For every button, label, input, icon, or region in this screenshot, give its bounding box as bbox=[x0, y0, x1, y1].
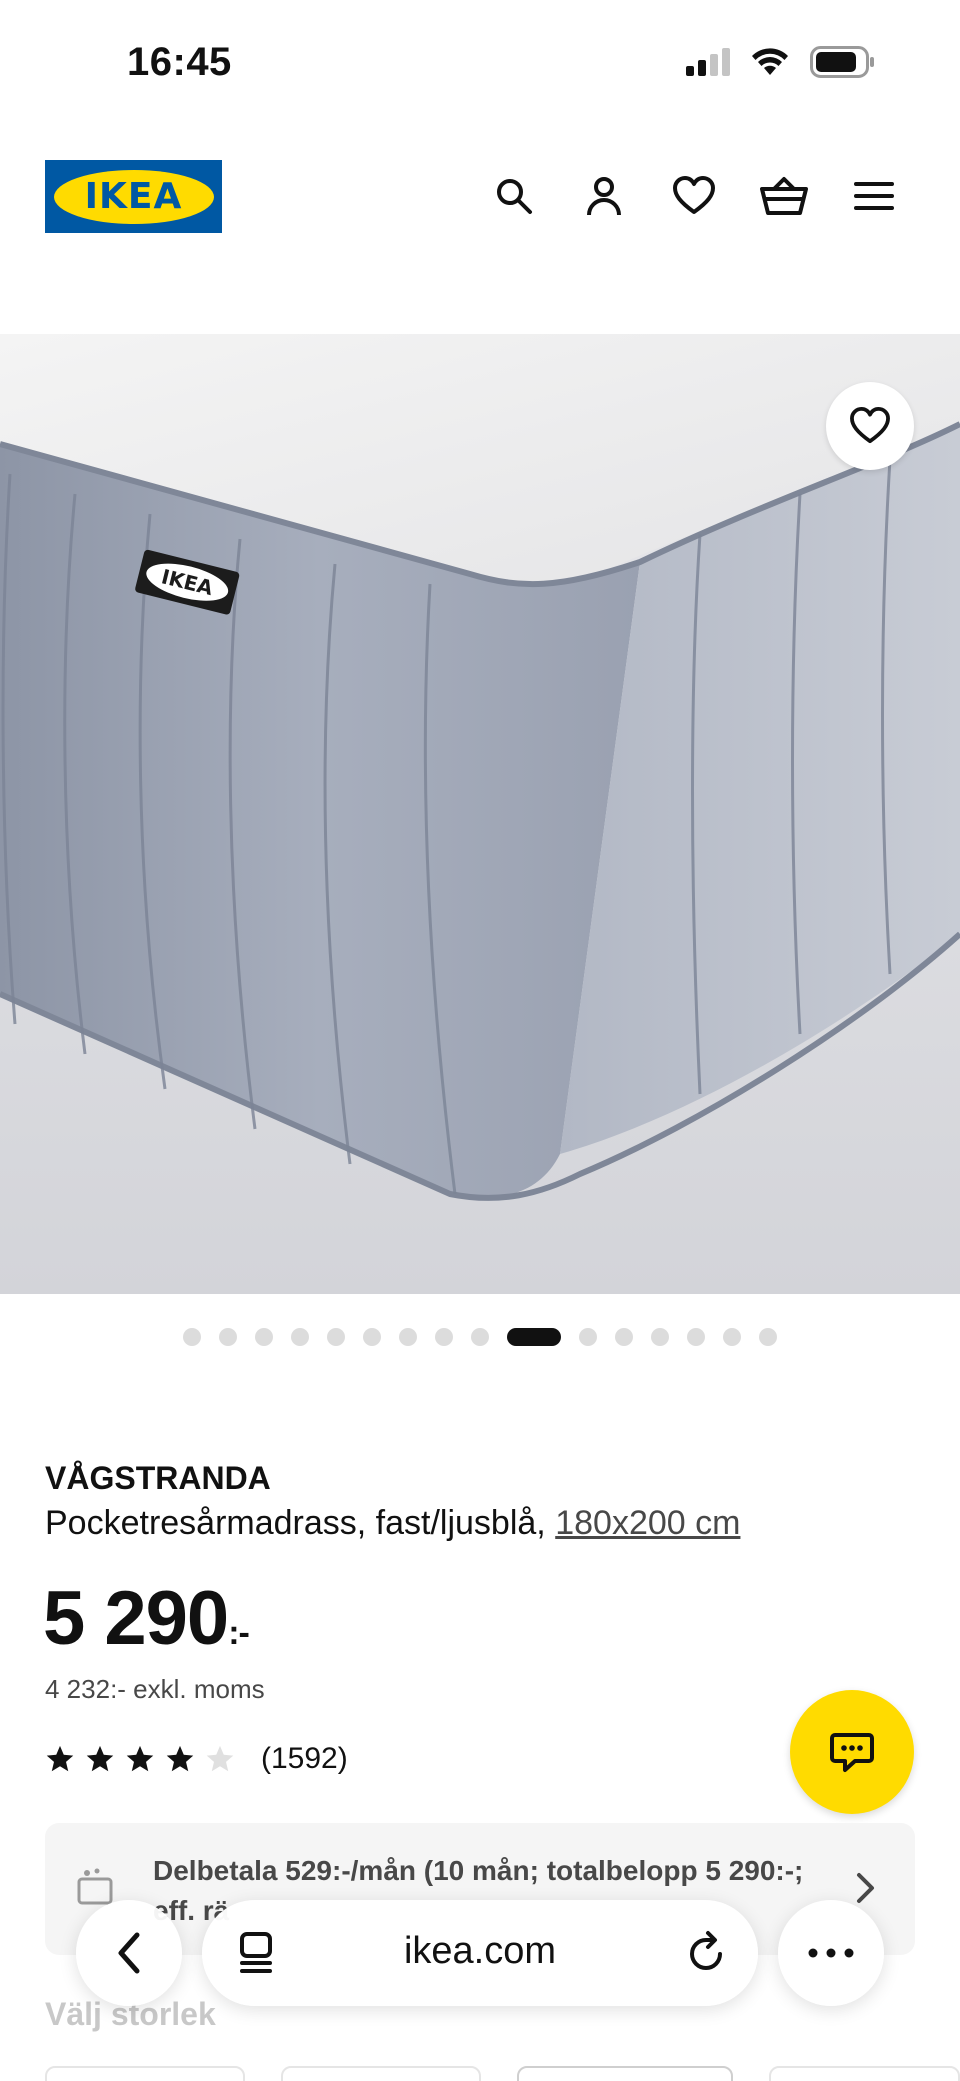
more-button[interactable] bbox=[778, 1900, 884, 2006]
header-icons bbox=[488, 170, 900, 222]
carousel-dots bbox=[0, 1328, 960, 1346]
rating-stars bbox=[45, 1744, 235, 1774]
carousel-dot[interactable] bbox=[687, 1328, 705, 1346]
size-options bbox=[45, 2066, 960, 2081]
carousel-dot[interactable] bbox=[255, 1328, 273, 1346]
site-header: IKEA bbox=[0, 140, 960, 250]
carousel-dot[interactable] bbox=[219, 1328, 237, 1346]
product-description: Pocketresårmadrass, fast/ljusblå, 180x20… bbox=[45, 1504, 740, 1543]
carousel-dot[interactable] bbox=[723, 1328, 741, 1346]
more-icon bbox=[808, 1948, 854, 1958]
battery-icon bbox=[810, 46, 874, 78]
wifi-icon bbox=[752, 48, 788, 75]
menu-icon bbox=[854, 182, 894, 210]
back-button[interactable] bbox=[76, 1900, 182, 2006]
chat-button[interactable] bbox=[790, 1690, 914, 1814]
cellular-signal-icon bbox=[686, 48, 730, 76]
carousel-dot[interactable] bbox=[327, 1328, 345, 1346]
logo-text: IKEA bbox=[84, 176, 183, 217]
carousel-dot-active[interactable] bbox=[507, 1328, 561, 1346]
product-image[interactable]: IKEA bbox=[0, 334, 960, 1294]
size-option-selected[interactable] bbox=[517, 2066, 733, 2081]
star-filled-icon bbox=[126, 1745, 154, 1772]
carousel-dot[interactable] bbox=[183, 1328, 201, 1346]
rating[interactable]: (1592) bbox=[45, 1742, 348, 1776]
carousel-dot[interactable] bbox=[291, 1328, 309, 1346]
size-option[interactable] bbox=[281, 2066, 481, 2081]
carousel-dot[interactable] bbox=[435, 1328, 453, 1346]
star-empty-icon bbox=[206, 1745, 234, 1772]
star-filled-icon bbox=[46, 1745, 74, 1772]
favorites-button[interactable] bbox=[668, 170, 720, 222]
star-filled-icon bbox=[86, 1745, 114, 1772]
price-ex-vat: 4 232:- exkl. moms bbox=[45, 1674, 265, 1704]
review-count: (1592) bbox=[261, 1742, 348, 1775]
reload-icon[interactable] bbox=[684, 1930, 728, 1981]
star-filled-icon bbox=[166, 1745, 194, 1772]
product-type: Pocketresårmadrass, fast/ljusblå, bbox=[45, 1504, 546, 1542]
account-button[interactable] bbox=[578, 170, 630, 222]
size-link[interactable]: 180x200 cm bbox=[555, 1504, 740, 1542]
carousel-dot[interactable] bbox=[651, 1328, 669, 1346]
url-text: ikea.com bbox=[403, 1930, 557, 1972]
menu-button[interactable] bbox=[848, 170, 900, 222]
size-option[interactable] bbox=[769, 2066, 960, 2081]
chat-icon bbox=[830, 1733, 874, 1772]
carousel-dot[interactable] bbox=[615, 1328, 633, 1346]
carousel-dot[interactable] bbox=[363, 1328, 381, 1346]
carousel-dot[interactable] bbox=[399, 1328, 417, 1346]
carousel-dot[interactable] bbox=[471, 1328, 489, 1346]
basket-icon bbox=[760, 177, 808, 215]
heart-icon bbox=[850, 407, 890, 444]
browser-toolbar: ikea.com bbox=[0, 1900, 960, 2010]
address-bar[interactable]: ikea.com bbox=[202, 1900, 758, 2006]
search-button[interactable] bbox=[488, 170, 540, 222]
price-value: 5 290 bbox=[43, 1576, 229, 1661]
product-price: 5 290:- bbox=[43, 1575, 250, 1662]
status-icons bbox=[686, 46, 876, 78]
carousel-dot[interactable] bbox=[579, 1328, 597, 1346]
heart-icon bbox=[673, 176, 715, 214]
ikea-logo[interactable]: IKEA bbox=[45, 160, 222, 233]
status-time: 16:45 bbox=[127, 40, 232, 84]
price-suffix: :- bbox=[228, 1614, 250, 1652]
status-bar: 16:45 bbox=[0, 0, 960, 130]
product-name: VÅGSTRANDA bbox=[45, 1460, 271, 1496]
basket-button[interactable] bbox=[758, 170, 810, 222]
logo-ellipse: IKEA bbox=[53, 169, 214, 224]
size-option[interactable] bbox=[45, 2066, 245, 2081]
account-icon bbox=[587, 177, 621, 216]
search-icon bbox=[497, 179, 532, 214]
image-favorite-button[interactable] bbox=[826, 382, 914, 470]
mattress-illustration: IKEA bbox=[0, 334, 960, 1294]
chevron-left-icon bbox=[118, 1932, 140, 1974]
carousel-dot[interactable] bbox=[759, 1328, 777, 1346]
